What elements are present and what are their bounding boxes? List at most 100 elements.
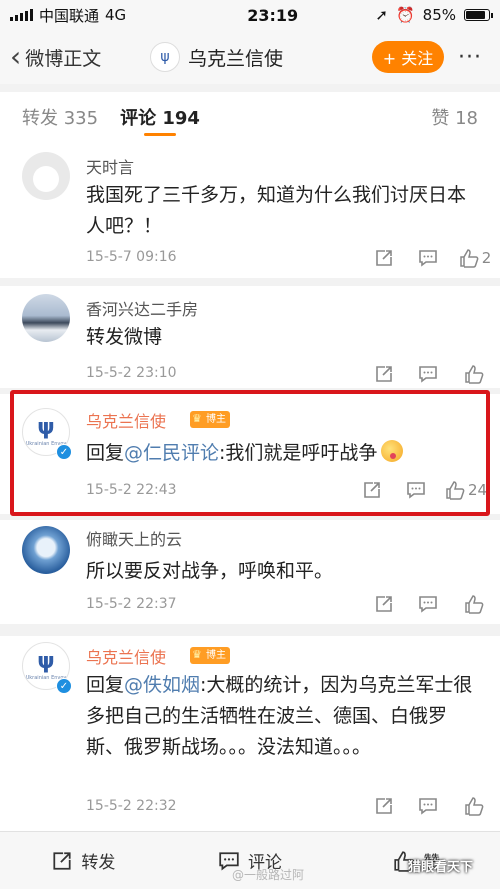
network-label: 4G — [105, 6, 127, 24]
battery-icon — [464, 9, 493, 21]
back-button[interactable]: ‹ 微博正文 — [0, 43, 150, 71]
status-time: 23:19 — [247, 5, 299, 25]
repost-action[interactable] — [362, 362, 406, 386]
status-bar: 中国联通 4G 23:19 ➚ ⏰ 85% — [0, 0, 500, 30]
location-icon: ➚ — [375, 6, 388, 24]
comment-icon — [419, 798, 437, 815]
watermark-center: @一般路过阿 — [232, 868, 305, 882]
carrier-label: 中国联通 — [39, 6, 100, 25]
reply-action[interactable] — [406, 362, 450, 386]
comment-time: 15-5-2 22:43 — [86, 482, 177, 498]
comment-actions: 2 — [362, 246, 500, 270]
share-icon — [376, 250, 392, 266]
thumbs-up-icon — [464, 595, 483, 614]
repost-action[interactable] — [350, 478, 394, 502]
like-action[interactable]: 24 — [438, 478, 494, 502]
comment-icon — [419, 596, 437, 613]
nav-center: ψ 乌克兰信使 — [150, 42, 372, 72]
comment-text: 转发微博 — [86, 326, 163, 348]
tab-comments[interactable]: 评论 194 — [120, 92, 200, 142]
repost-button[interactable]: 转发 — [0, 848, 167, 873]
battery-percent: 85% — [422, 6, 456, 24]
comment-text: 所以要反对战争，呼唤和平。 — [86, 560, 334, 582]
nav-title: 乌克兰信使 — [188, 47, 284, 70]
back-label: 微博正文 — [25, 47, 102, 70]
reply-action[interactable] — [394, 478, 438, 502]
watermark-right: 猎眼看天下 — [408, 860, 474, 875]
mention-link[interactable]: @佚如烟 — [124, 674, 200, 696]
like-count: 24 — [467, 481, 488, 499]
blogger-badge: 博主 — [190, 411, 230, 428]
comment-time: 15-5-2 23:10 — [86, 365, 177, 381]
tab-repost[interactable]: 转发 335 — [22, 92, 98, 142]
comment-author[interactable]: 香河兴达二手房 — [86, 296, 198, 320]
comment-text: 我国死了三千多万，知道为什么我们讨厌日本人吧？！ — [86, 184, 467, 237]
avatar[interactable] — [22, 526, 70, 574]
comment-icon — [419, 366, 437, 383]
comment-icon — [407, 482, 425, 499]
like-action[interactable] — [450, 592, 500, 616]
status-left: 中国联通 4G — [10, 5, 190, 26]
alarm-icon: ⏰ — [395, 6, 415, 24]
reply-action[interactable] — [406, 246, 450, 270]
share-icon — [376, 596, 392, 612]
reply-prefix: 回复 — [86, 442, 125, 464]
avatar[interactable] — [22, 294, 70, 342]
list-item: ψ Ukrainian Envoy ✓ 乌克兰信使 博主 回复@佚如烟:大概的统… — [0, 636, 500, 831]
comment-actions — [362, 794, 500, 818]
blogger-badge: 博主 — [190, 647, 230, 664]
reply-action[interactable] — [406, 592, 450, 616]
tabs: 转发 335 评论 194 赞 18 — [0, 92, 500, 142]
repost-action[interactable] — [362, 592, 406, 616]
tab-likes[interactable]: 赞 18 — [431, 104, 478, 130]
verified-icon: ✓ — [56, 678, 72, 694]
share-icon — [364, 482, 380, 498]
mention-link[interactable]: @仁民评论 — [124, 442, 219, 464]
share-icon — [376, 798, 392, 814]
avatar[interactable] — [22, 152, 70, 200]
divider — [0, 624, 500, 636]
comment-actions — [362, 362, 500, 386]
comment-actions: 24 — [350, 478, 494, 502]
signal-icon — [10, 9, 33, 21]
comment-text: 回复@仁民评论:我们就是呼吁战争 — [86, 438, 481, 469]
list-item: 俯瞰天上的云 所以要反对战争，呼唤和平。 15-5-2 22:37 — [0, 520, 500, 624]
share-icon — [53, 851, 71, 870]
like-count: 2 — [481, 249, 492, 267]
comment-text: 回复@佚如烟:大概的统计，因为乌克兰军士很多把自己的生活牺牲在波兰、德国、白俄罗… — [86, 670, 481, 763]
thumbs-up-icon — [464, 365, 483, 384]
status-right: ➚ ⏰ 85% — [375, 6, 493, 24]
thumbs-up-icon — [446, 481, 465, 500]
verified-icon: ✓ — [56, 444, 72, 460]
comment-time: 15-5-2 22:37 — [86, 596, 177, 612]
repost-action[interactable] — [362, 246, 406, 270]
like-action[interactable]: 2 — [450, 246, 500, 270]
share-icon — [376, 366, 392, 382]
thumbs-up-icon — [459, 249, 479, 268]
comment-author[interactable]: 俯瞰天上的云 — [86, 526, 182, 550]
comment-author[interactable]: 天时言 — [86, 154, 134, 178]
trident-icon: ψ — [160, 49, 170, 65]
chevron-left-icon: ‹ — [10, 40, 22, 73]
more-button[interactable]: ··· — [458, 45, 482, 70]
reply-body: :我们就是呼吁战争 — [219, 442, 378, 464]
list-item: 天时言 我国死了三千多万，知道为什么我们讨厌日本人吧？！ 15-5-7 09:1… — [0, 142, 500, 278]
reply-prefix: 回复 — [86, 674, 125, 696]
repost-action[interactable] — [362, 794, 406, 818]
trident-icon: ψ — [37, 415, 55, 440]
thumbs-up-icon — [464, 797, 483, 816]
like-action[interactable] — [450, 362, 500, 386]
comment-actions — [362, 592, 500, 616]
comment-time: 15-5-7 09:16 — [86, 249, 177, 265]
nav-avatar[interactable]: ψ — [150, 42, 180, 72]
nav-bar: ‹ 微博正文 ψ 乌克兰信使 + 关注 ··· — [0, 30, 500, 84]
reply-action[interactable] — [406, 794, 450, 818]
comment-author[interactable]: 乌克兰信使 — [86, 644, 166, 668]
comment-author[interactable]: 乌克兰信使 — [86, 408, 166, 432]
list-item: ψ Ukrainian Envoy ✓ 乌克兰信使 博主 回复@仁民评论:我们就… — [0, 394, 500, 514]
comment-icon — [419, 250, 437, 267]
follow-button[interactable]: + 关注 — [372, 41, 445, 73]
emoji-icon — [381, 440, 404, 462]
comment-time: 15-5-2 22:32 — [86, 798, 177, 814]
like-action[interactable] — [450, 794, 500, 818]
